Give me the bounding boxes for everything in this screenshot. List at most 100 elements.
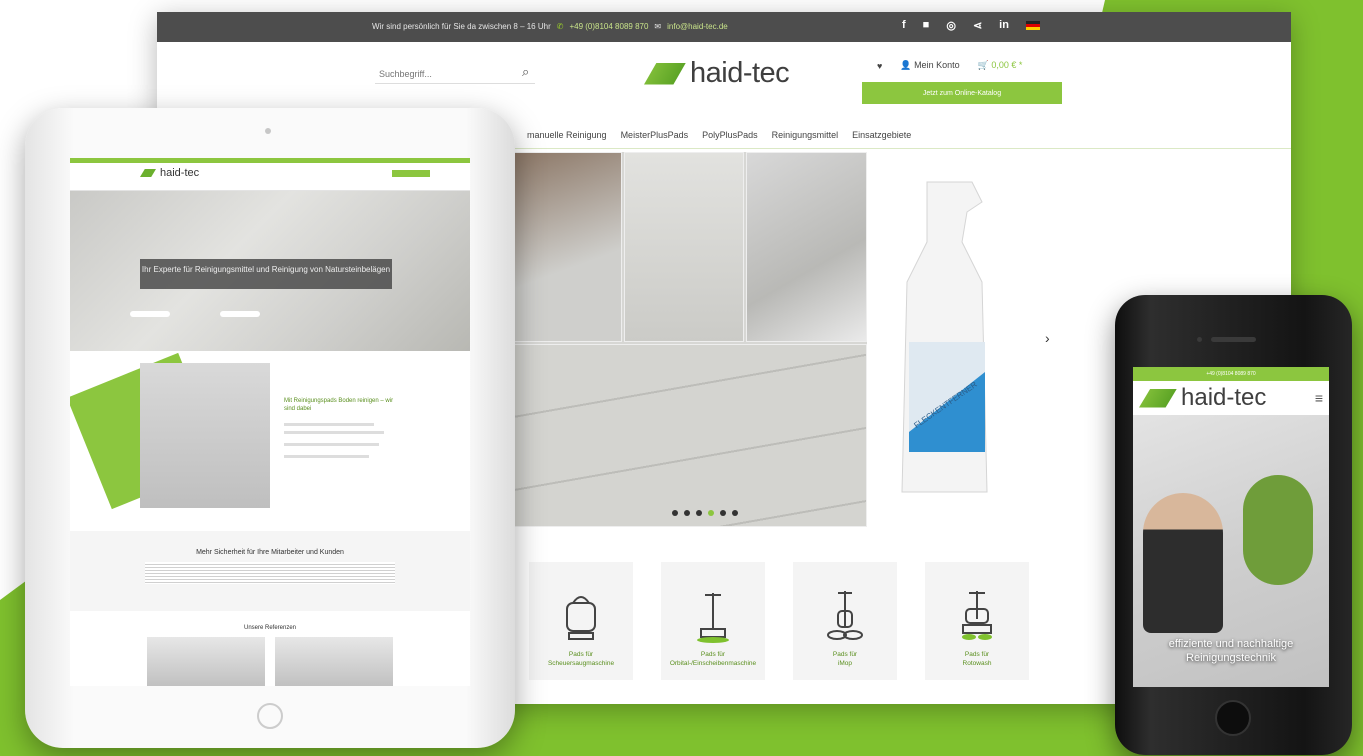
email-link[interactable]: info@haid-tec.de [667,22,728,31]
social-links: f ■ ◎ ⋖ in [902,19,1040,32]
spray-bottle-image: FLECKENTFERNER [901,181,988,493]
tablet-references: Unsere Referenzen [70,611,470,686]
slider-dot[interactable] [696,510,702,516]
phone-camera [1197,337,1202,342]
plant-image [1243,475,1313,585]
reference-image[interactable] [275,637,393,686]
single-disc-icon [697,593,729,643]
youtube-icon[interactable]: ■ [923,19,930,32]
slide-image-hands [512,152,622,342]
nav-item-einsatzgebiete[interactable]: Einsatzgebiete [852,130,911,140]
top-info-bar: Wir sind persönlich für Sie da zwischen … [157,12,1291,42]
cart-link[interactable]: 🛒 0,00 € * [978,60,1023,71]
share-icon[interactable]: ⋖ [973,19,982,32]
phone-screen: +49 (0)8104 8089 870 haid-tec ≡ effizien… [1133,367,1329,687]
tablet-mockup: haid-tec Ihr Experte für Reinigungsmitte… [25,108,515,748]
phone-speaker [1211,337,1256,342]
phone-hero-caption: effiziente und nachhaltige Reinigungstec… [1168,638,1294,664]
account-label: Mein Konto [914,60,960,70]
tablet-promo-photo [140,363,270,508]
account-link[interactable]: 👤 Mein Konto [900,60,959,71]
slide-image-floor [512,344,867,527]
nav-item-meisterpluspads[interactable]: MeisterPlusPads [621,130,689,140]
slider-dot-active[interactable] [708,510,714,516]
logo-mark-icon [644,62,686,85]
phone-header: haid-tec ≡ [1133,381,1329,415]
tablet-section-heading: Mehr Sicherheit für Ihre Mitarbeiter und… [196,549,344,556]
person-image [1143,493,1223,633]
logo-mark-icon [140,169,156,177]
category-rotowash[interactable]: Pads für Rotowash [925,562,1029,680]
tablet-camera [265,128,271,134]
nav-item-reinigungsmittel[interactable]: Reinigungsmittel [772,130,839,140]
tablet-hero-button[interactable] [220,311,260,317]
instagram-icon[interactable]: ◎ [946,19,956,32]
tablet-screen: haid-tec Ihr Experte für Reinigungsmitte… [70,158,470,686]
tablet-promo-title: Mit Reinigungspads Boden reinigen – wir … [284,398,394,412]
category-label: Pads für Rotowash [962,651,992,667]
search-icon[interactable]: ⌕ [522,64,529,80]
tablet-home-button[interactable] [257,703,283,729]
reference-images [70,637,470,686]
tablet-logo-text[interactable]: haid-tec [160,167,199,179]
logo-text: haid-tec [690,57,790,89]
category-scheuersaugmaschine[interactable]: Pads für Scheuersaugmaschine [529,562,633,680]
phone-mockup: +49 (0)8104 8089 870 haid-tec ≡ effizien… [1115,295,1352,755]
tablet-section-text [145,562,395,584]
slider-dot[interactable] [720,510,726,516]
reference-image[interactable] [147,637,265,686]
slide-image-worker [746,152,867,342]
german-flag-icon[interactable] [1025,21,1040,30]
account-area: ♥ 👤 Mein Konto 🛒 0,00 € * [877,60,1022,71]
cart-total: 0,00 € * [991,60,1023,70]
contact-info: Wir sind persönlich für Sie da zwischen … [372,22,728,31]
tablet-promo-section: Mit Reinigungspads Boden reinigen – wir … [70,351,470,531]
tablet-references-heading: Unsere Referenzen [243,625,297,631]
logo-mark-icon [1139,388,1177,408]
slider-dots [672,510,738,516]
slider-dot[interactable] [684,510,690,516]
tablet-catalog-button[interactable] [392,169,430,177]
hero-slider[interactable] [512,152,867,527]
catalog-button[interactable]: Jetzt zum Online-Katalog [862,82,1062,104]
imop-icon [827,591,863,640]
service-hours-text: Wir sind persönlich für Sie da zwischen … [372,22,551,31]
text-line [284,443,379,446]
slider-next-arrow-icon[interactable]: › [1045,330,1050,346]
text-line [284,423,374,426]
facebook-icon[interactable]: f [902,19,906,32]
category-imop[interactable]: Pads für iMop [793,562,897,680]
tablet-hero: Ihr Experte für Reinigungsmittel und Rei… [70,191,470,351]
main-navigation: manuelle Reinigung MeisterPlusPads PolyP… [527,130,911,140]
nav-item-polypluspads[interactable]: PolyPlusPads [702,130,758,140]
tablet-hero-button[interactable] [130,311,170,317]
category-orbital[interactable]: Pads für Orbital-/Einscheibenmaschine [661,562,765,680]
search-input[interactable] [375,64,535,84]
mail-icon: ✉ [654,22,662,31]
phone-top-bar[interactable]: +49 (0)8104 8089 870 [1133,367,1329,381]
category-label: Pads für Orbital-/Einscheibenmaschine [669,651,757,667]
rotowash-icon [962,591,992,640]
slide-image-tiles [624,152,744,342]
hamburger-menu-icon[interactable]: ≡ [1315,390,1323,406]
phone-logo-text[interactable]: haid-tec [1181,384,1266,412]
linkedin-icon[interactable]: in [999,19,1009,32]
category-label: Pads für Scheuersaugmaschine [547,651,615,667]
category-label: Pads für iMop [832,651,858,667]
tablet-info-section: Mehr Sicherheit für Ihre Mitarbeiter und… [70,531,470,611]
slider-dot[interactable] [672,510,678,516]
scrubber-icon [566,596,596,640]
logo[interactable]: haid-tec [644,57,790,90]
slider-dot[interactable] [732,510,738,516]
text-line [284,431,384,434]
phone-home-button[interactable] [1215,700,1251,736]
phone-link[interactable]: +49 (0)8104 8089 870 [569,22,648,31]
wishlist-heart-icon[interactable]: ♥ [877,61,882,71]
tablet-hero-caption: Ihr Experte für Reinigungsmittel und Rei… [140,259,392,289]
tablet-navigation [70,183,470,191]
nav-item-manuelle-reinigung[interactable]: manuelle Reinigung [527,130,607,140]
phone-icon: ✆ [556,22,564,31]
category-tiles: Pads für Scheuersaugmaschine Pads für Or… [529,562,1029,680]
phone-hero: effiziente und nachhaltige Reinigungstec… [1133,415,1329,687]
text-line [284,455,369,458]
